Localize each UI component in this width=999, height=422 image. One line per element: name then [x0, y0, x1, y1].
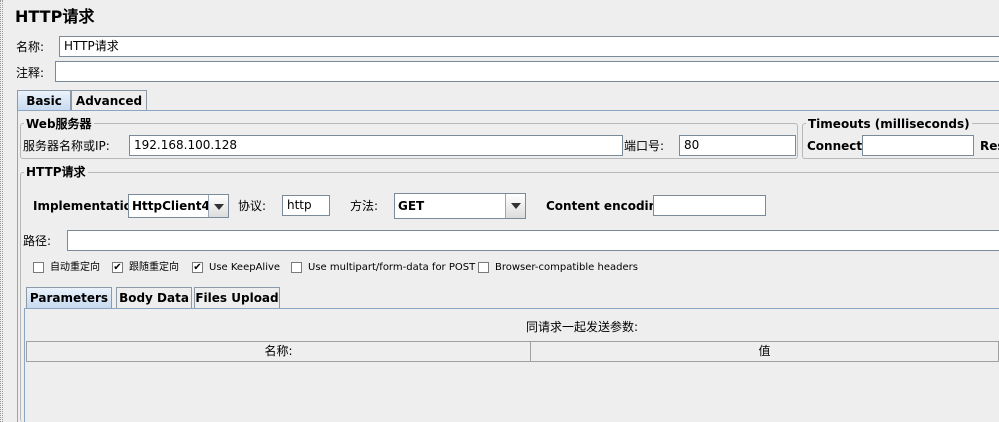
tab-basic[interactable]: Basic [17, 90, 71, 111]
left-splitter[interactable] [0, 0, 3, 422]
tab-advanced[interactable]: Advanced [71, 90, 147, 111]
content-encoding-field[interactable] [653, 195, 766, 216]
web-server-group-title: Web服务器 [24, 117, 94, 131]
multipart-checkbox[interactable] [291, 262, 302, 273]
main-tab-panel-border [17, 110, 999, 111]
multipart-label: Use multipart/form-data for POST [308, 262, 476, 273]
protocol-field[interactable]: http [282, 195, 330, 216]
keepalive-checkbox[interactable]: ✔ [192, 262, 203, 273]
column-header-value[interactable]: 值 [530, 341, 999, 362]
chevron-down-icon[interactable] [208, 195, 228, 217]
keepalive-label: Use KeepAlive [209, 262, 281, 273]
server-label: 服务器名称或IP: [23, 139, 110, 153]
implementation-value: HttpClient4 [132, 199, 210, 213]
comment-label: 注释: [16, 66, 45, 80]
method-value: GET [398, 199, 425, 213]
comment-field[interactable] [55, 61, 999, 82]
browser-compatible-checkbox[interactable] [478, 262, 489, 273]
connect-timeout-field[interactable] [862, 135, 974, 156]
port-field[interactable]: 80 [679, 135, 796, 156]
path-field[interactable] [67, 230, 999, 251]
params-table-body[interactable] [26, 362, 999, 422]
param-tab-panel-border [24, 308, 999, 309]
follow-redirects-checkbox[interactable]: ✔ [112, 262, 123, 273]
path-label: 路径: [23, 234, 52, 248]
tab-parameters[interactable]: Parameters [26, 287, 112, 308]
chevron-down-icon[interactable] [505, 194, 525, 218]
browser-compatible-label: Browser-compatible headers [495, 262, 638, 273]
column-header-name[interactable]: 名称: [26, 341, 531, 362]
params-caption: 同请求一起发送参数: [526, 320, 639, 334]
param-tab-panel-left-border [24, 308, 25, 422]
method-label: 方法: [350, 199, 379, 213]
check-icon: ✔ [113, 262, 122, 273]
timeouts-group-title: Timeouts (milliseconds) [806, 117, 972, 131]
follow-redirects-label: 跟随重定向 [129, 262, 179, 273]
tab-body-data[interactable]: Body Data [116, 287, 192, 308]
name-field[interactable]: HTTP请求 [59, 36, 999, 57]
auto-redirect-checkbox[interactable] [33, 262, 44, 273]
name-label: 名称: [16, 40, 45, 54]
port-label: 端口号: [624, 139, 665, 153]
implementation-select[interactable]: HttpClient4 [128, 194, 229, 218]
check-icon: ✔ [193, 262, 202, 273]
content-encoding-label: Content encoding: [546, 199, 671, 213]
http-request-group-title: HTTP请求 [24, 165, 88, 179]
response-timeout-label: Res [980, 139, 999, 153]
page-title: HTTP请求 [15, 7, 95, 26]
main-tab-panel-left-border [17, 110, 18, 422]
tab-files-upload[interactable]: Files Upload [194, 287, 280, 308]
connect-label: Connect: [807, 139, 867, 153]
auto-redirect-label: 自动重定向 [50, 262, 100, 273]
method-select[interactable]: GET [394, 193, 526, 219]
server-field[interactable]: 192.168.100.128 [129, 135, 623, 156]
protocol-label: 协议: [238, 199, 267, 213]
